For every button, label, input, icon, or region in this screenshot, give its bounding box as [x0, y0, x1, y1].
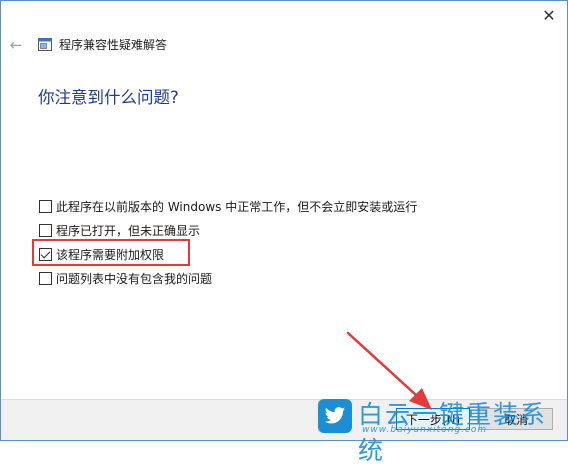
back-button[interactable]: ←	[7, 36, 25, 54]
option-previous-windows[interactable]: 此程序在以前版本的 Windows 中正常工作，但不会立即安装或运行	[39, 194, 417, 218]
window-title: 程序兼容性疑难解答	[59, 38, 168, 52]
close-button[interactable]: ✕	[535, 3, 563, 27]
back-arrow-icon: ←	[9, 36, 23, 54]
option-label: 此程序在以前版本的 Windows 中正常工作，但不会立即安装或运行	[56, 199, 418, 214]
troubleshooter-app-icon	[38, 38, 52, 51]
option-label: 程序已打开，但未正确显示	[56, 223, 201, 238]
next-button[interactable]: 下一步(N)	[396, 408, 470, 430]
footer-bar: 下一步(N) 取消	[1, 399, 567, 440]
checkbox[interactable]	[39, 271, 52, 285]
close-icon: ✕	[542, 5, 556, 25]
annotation-highlight-box	[32, 239, 190, 266]
option-label: 问题列表中没有包含我的问题	[56, 271, 213, 286]
cancel-button[interactable]: 取消	[479, 408, 553, 430]
page-heading: 你注意到什么问题?	[38, 88, 179, 107]
checkbox[interactable]	[39, 223, 52, 237]
troubleshooter-window: ✕ ← 程序兼容性疑难解答 你注意到什么问题? 此程序在以前版本的 Window…	[0, 0, 568, 441]
checkbox[interactable]	[39, 199, 52, 213]
option-not-listed[interactable]: 问题列表中没有包含我的问题	[39, 266, 417, 290]
